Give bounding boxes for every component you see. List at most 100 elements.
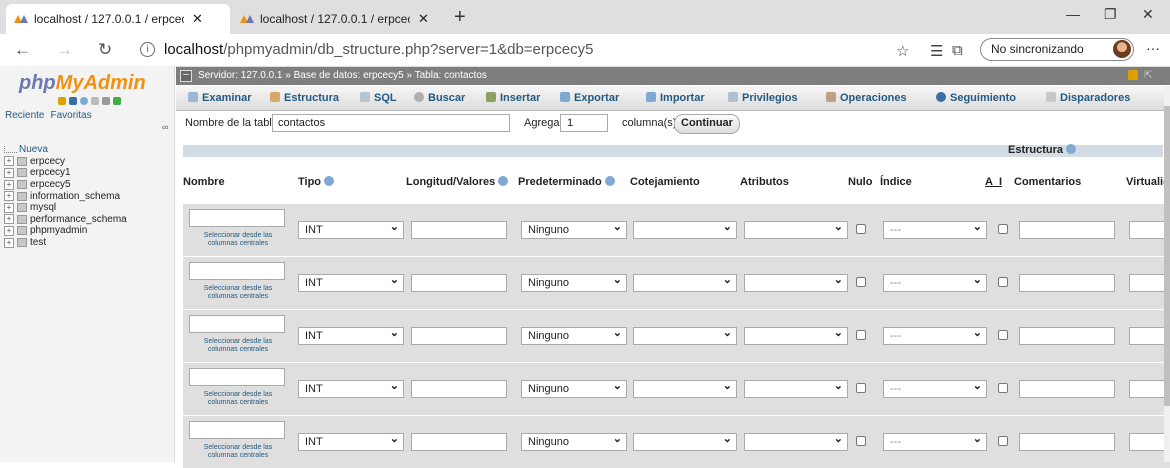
length-values-input[interactable]	[411, 221, 507, 239]
column-name-input[interactable]	[189, 209, 285, 227]
tab-operaciones[interactable]: Operaciones	[826, 92, 907, 104]
null-checkbox[interactable]	[856, 277, 866, 287]
virtuality-select[interactable]	[1129, 221, 1169, 239]
restore-button[interactable]: ❐	[1104, 6, 1117, 23]
attributes-select[interactable]: ⌄	[744, 221, 848, 239]
comments-input[interactable]	[1019, 433, 1115, 451]
comments-input[interactable]	[1019, 380, 1115, 398]
tab-estructura[interactable]: Estructura	[270, 92, 339, 104]
collation-select[interactable]: ⌄	[633, 274, 737, 292]
tree-item-db[interactable]: + erpcecy5	[4, 179, 127, 191]
tree-item-db[interactable]: + erpcecy1	[4, 167, 127, 179]
length-values-input[interactable]	[411, 433, 507, 451]
auto-increment-checkbox[interactable]	[998, 383, 1008, 393]
tree-item-db[interactable]: + performance_schema	[4, 214, 127, 226]
tab-exportar[interactable]: Exportar	[560, 92, 619, 104]
auto-increment-checkbox[interactable]	[998, 224, 1008, 234]
type-select[interactable]: INT ⌄	[298, 327, 404, 345]
tab-importar[interactable]: Importar	[646, 92, 705, 104]
column-name-input[interactable]	[189, 421, 285, 439]
index-select[interactable]: --- ⌄	[883, 221, 987, 239]
comments-input[interactable]	[1019, 274, 1115, 292]
tree-item-db[interactable]: + mysql	[4, 202, 127, 214]
reload-icon[interactable]	[113, 97, 121, 105]
index-select[interactable]: --- ⌄	[883, 380, 987, 398]
expand-icon[interactable]: +	[4, 225, 14, 236]
tab-insertar[interactable]: Insertar	[486, 92, 540, 104]
index-select[interactable]: --- ⌄	[883, 327, 987, 345]
attributes-select[interactable]: ⌄	[744, 327, 848, 345]
select-central-columns-link[interactable]: Seleccionar desde las columnas centrales	[197, 444, 279, 460]
help-icon[interactable]	[80, 97, 88, 105]
browser-tab-erpcecy5[interactable]: localhost / 127.0.0.1 / erpcecy5 / ✕	[6, 4, 230, 34]
null-checkbox[interactable]	[856, 436, 866, 446]
tree-item-db[interactable]: + erpcecy	[4, 156, 127, 168]
home-icon[interactable]	[58, 97, 66, 105]
expand-icon[interactable]: +	[4, 202, 14, 213]
select-central-columns-link[interactable]: Seleccionar desde las columnas centrales	[197, 391, 279, 407]
select-central-columns-link[interactable]: Seleccionar desde las columnas centrales	[197, 338, 279, 354]
help-icon[interactable]	[604, 176, 615, 186]
type-select[interactable]: INT ⌄	[298, 433, 404, 451]
length-values-input[interactable]	[411, 327, 507, 345]
scrollbar[interactable]	[1164, 86, 1170, 462]
column-name-input[interactable]	[189, 368, 285, 386]
collation-select[interactable]: ⌄	[633, 327, 737, 345]
fullscreen-icon[interactable]: ⇱	[1144, 67, 1152, 85]
browser-tab-erpcecy1[interactable]: localhost / 127.0.0.1 / erpcecy1 / ✕	[232, 4, 448, 34]
docs-icon[interactable]	[91, 97, 99, 105]
type-select[interactable]: INT ⌄	[298, 380, 404, 398]
length-values-input[interactable]	[411, 274, 507, 292]
favorite-star-icon[interactable]: ☆	[896, 42, 909, 60]
auto-increment-checkbox[interactable]	[998, 330, 1008, 340]
collation-select[interactable]: ⌄	[633, 380, 737, 398]
link-icon[interactable]: ∞	[162, 122, 168, 132]
default-select[interactable]: Ninguno ⌄	[521, 380, 627, 398]
column-name-input[interactable]	[189, 262, 285, 280]
back-icon[interactable]: ←	[14, 40, 31, 60]
table-name-input[interactable]: contactos	[272, 114, 510, 132]
expand-icon[interactable]: +	[4, 237, 14, 248]
settings-gear-icon[interactable]	[102, 97, 110, 105]
collation-select[interactable]: ⌄	[633, 433, 737, 451]
recent-tab[interactable]: Reciente	[5, 110, 44, 121]
null-checkbox[interactable]	[856, 330, 866, 340]
tab-seguimiento[interactable]: Seguimiento	[936, 92, 1016, 104]
expand-icon[interactable]: +	[4, 179, 14, 190]
type-select[interactable]: INT ⌄	[298, 274, 404, 292]
virtuality-select[interactable]	[1129, 327, 1169, 345]
tab-privilegios[interactable]: Privilegios	[728, 92, 798, 104]
sync-profile-button[interactable]: No sincronizando	[980, 38, 1134, 61]
comments-input[interactable]	[1019, 221, 1115, 239]
phpmyadmin-logo[interactable]: phpMyAdmin	[19, 72, 146, 95]
tree-item-new[interactable]: Nueva	[4, 144, 127, 156]
minimize-button[interactable]: —	[1066, 6, 1080, 22]
lock-icon[interactable]	[1128, 70, 1138, 80]
null-checkbox[interactable]	[856, 383, 866, 393]
expand-icon[interactable]: +	[4, 191, 14, 202]
null-checkbox[interactable]	[856, 224, 866, 234]
close-window-button[interactable]: ✕	[1142, 6, 1154, 23]
expand-icon[interactable]: +	[4, 214, 14, 225]
help-icon[interactable]	[498, 176, 509, 186]
virtuality-select[interactable]	[1129, 380, 1169, 398]
auto-increment-checkbox[interactable]	[998, 277, 1008, 287]
new-tab-button[interactable]: +	[454, 6, 466, 29]
continue-button[interactable]: Continuar	[674, 114, 740, 134]
virtuality-select[interactable]	[1129, 433, 1169, 451]
info-icon[interactable]: i	[140, 42, 155, 57]
select-central-columns-link[interactable]: Seleccionar desde las columnas centrales	[197, 285, 279, 301]
help-icon[interactable]	[324, 176, 335, 186]
auto-increment-checkbox[interactable]	[998, 436, 1008, 446]
index-select[interactable]: --- ⌄	[883, 274, 987, 292]
favorites-list-icon[interactable]: ☰	[930, 42, 943, 60]
default-select[interactable]: Ninguno ⌄	[521, 274, 627, 292]
collation-select[interactable]: ⌄	[633, 221, 737, 239]
scrollbar-thumb[interactable]	[1164, 106, 1170, 406]
index-select[interactable]: --- ⌄	[883, 433, 987, 451]
tab-examinar[interactable]: Examinar	[188, 92, 252, 104]
select-central-columns-link[interactable]: Seleccionar desde las columnas centrales	[197, 232, 279, 248]
column-name-input[interactable]	[189, 315, 285, 333]
url-field[interactable]: localhost/phpmyadmin/db_structure.php?se…	[164, 41, 593, 58]
expand-icon[interactable]: +	[4, 156, 14, 167]
